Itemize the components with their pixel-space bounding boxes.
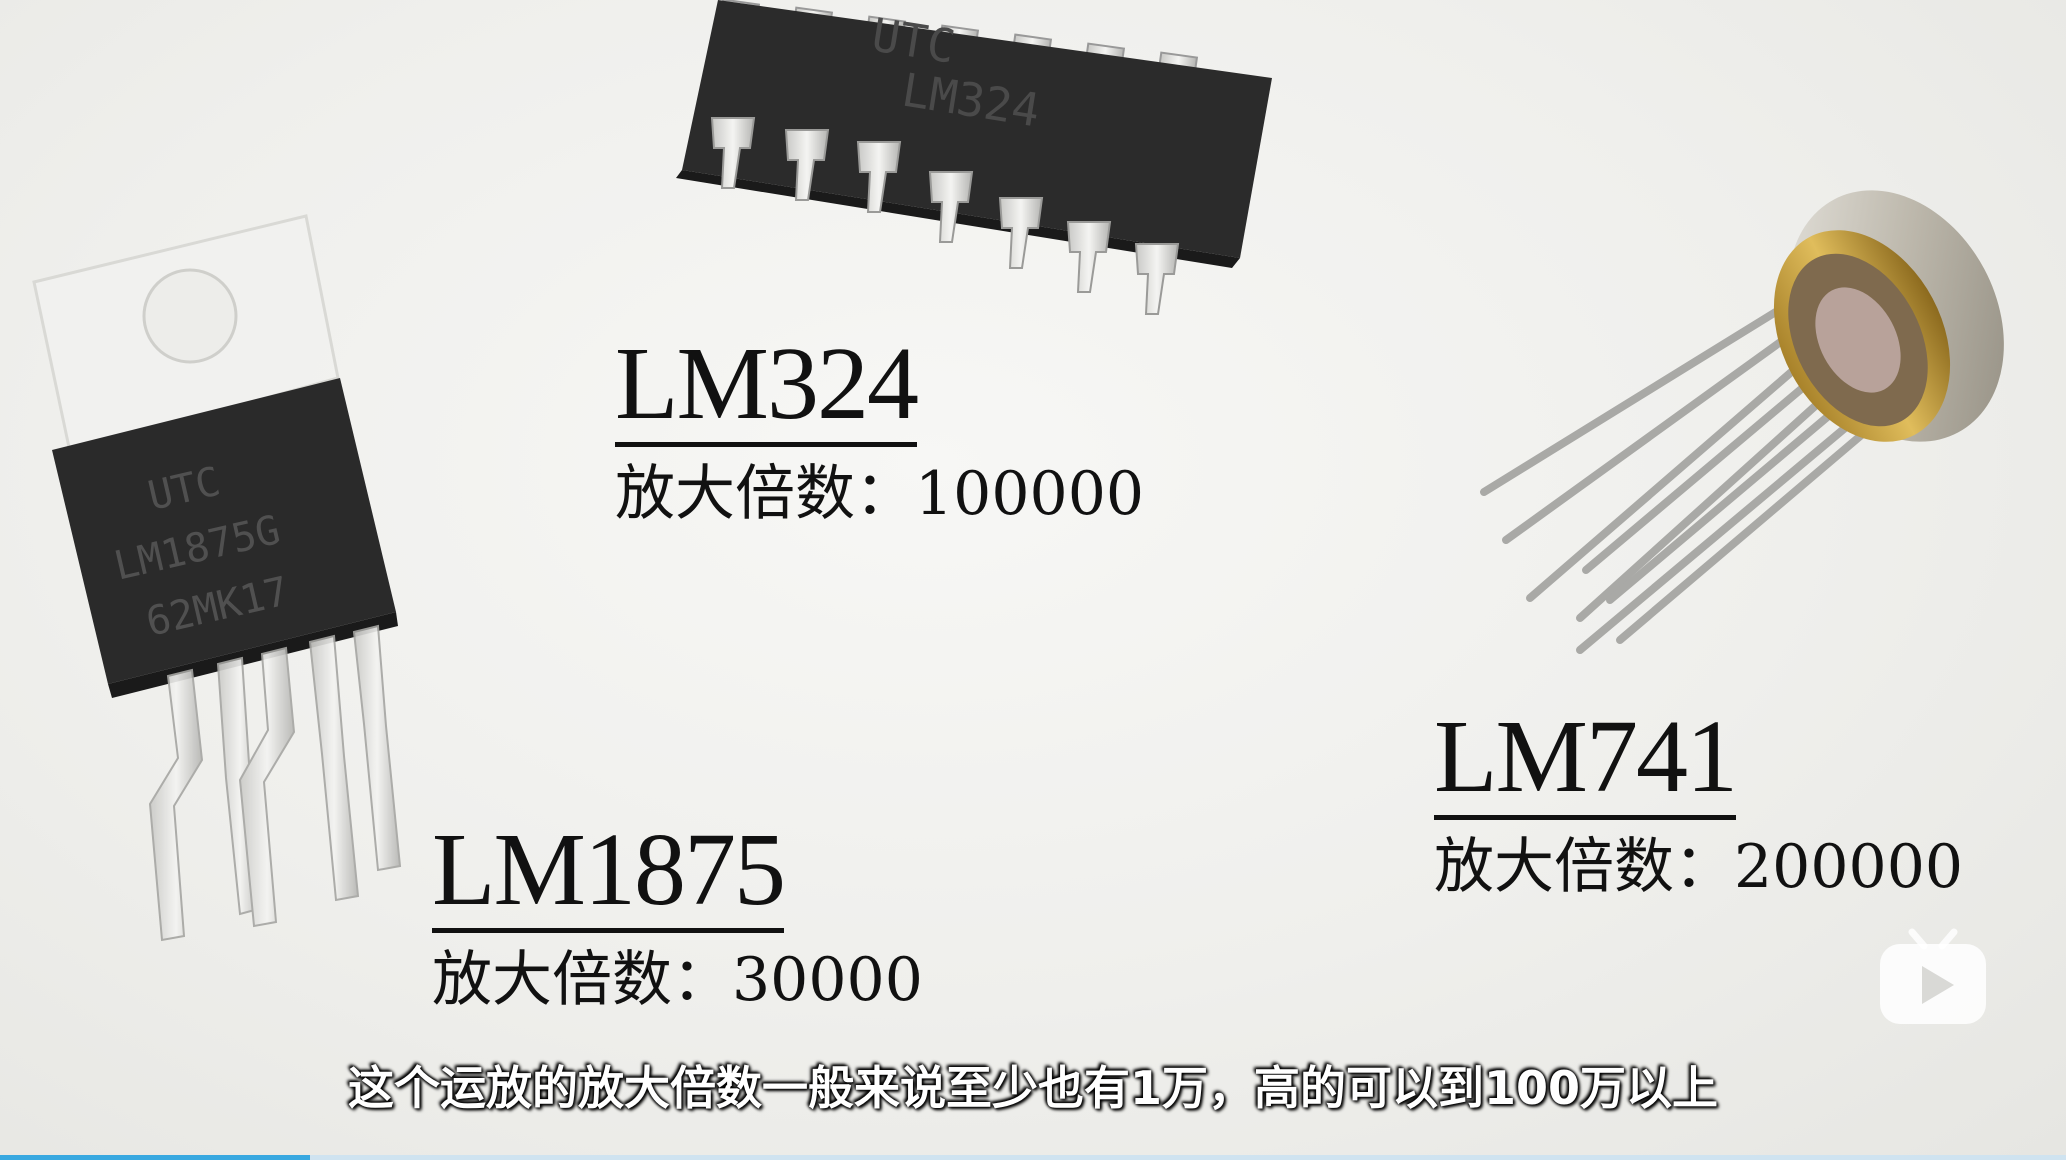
to220-chip: UTC LM1875G 62MK17 bbox=[32, 214, 402, 942]
chip-photo: UTC LM324 UTC LM1875G 62MK17 bbox=[32, 0, 2004, 942]
progress-fill bbox=[0, 1155, 310, 1160]
dip14-chip: UTC LM324 bbox=[676, 0, 1272, 315]
chip-name: LM1875 bbox=[432, 818, 786, 933]
gain-value: 30000 bbox=[732, 945, 923, 1015]
chip-label-lm741: LM741 放大倍数：200000 bbox=[1434, 705, 1963, 900]
metal-can-chip bbox=[1480, 190, 2004, 654]
subtitle: 这个运放的放大倍数一般来说至少也有1万，高的可以到100万以上 bbox=[347, 1061, 1719, 1115]
chip-label-lm1875: LM1875 放大倍数：30000 bbox=[432, 818, 923, 1013]
progress-track[interactable] bbox=[0, 1155, 2066, 1160]
gain-value: 200000 bbox=[1734, 832, 1964, 902]
chip-name: LM741 bbox=[1434, 705, 1738, 820]
gain-prefix: 放大倍数： bbox=[432, 945, 732, 1015]
gain-value: 100000 bbox=[915, 459, 1145, 529]
chip-gain: 放大倍数：30000 bbox=[432, 947, 923, 1013]
gain-prefix: 放大倍数： bbox=[615, 459, 915, 529]
chip-gain: 放大倍数：200000 bbox=[1434, 834, 1963, 900]
chip-label-lm324: LM324 放大倍数：100000 bbox=[615, 332, 1144, 527]
video-frame: UTC LM324 UTC LM1875G 62MK17 LM324 放大倍数：… bbox=[0, 0, 2066, 1160]
chip-name: LM324 bbox=[615, 332, 919, 447]
chip-gain: 放大倍数：100000 bbox=[615, 461, 1144, 527]
gain-prefix: 放大倍数： bbox=[1434, 832, 1734, 902]
bilibili-tv-icon bbox=[1880, 928, 1986, 1024]
to220-pins bbox=[148, 624, 402, 942]
